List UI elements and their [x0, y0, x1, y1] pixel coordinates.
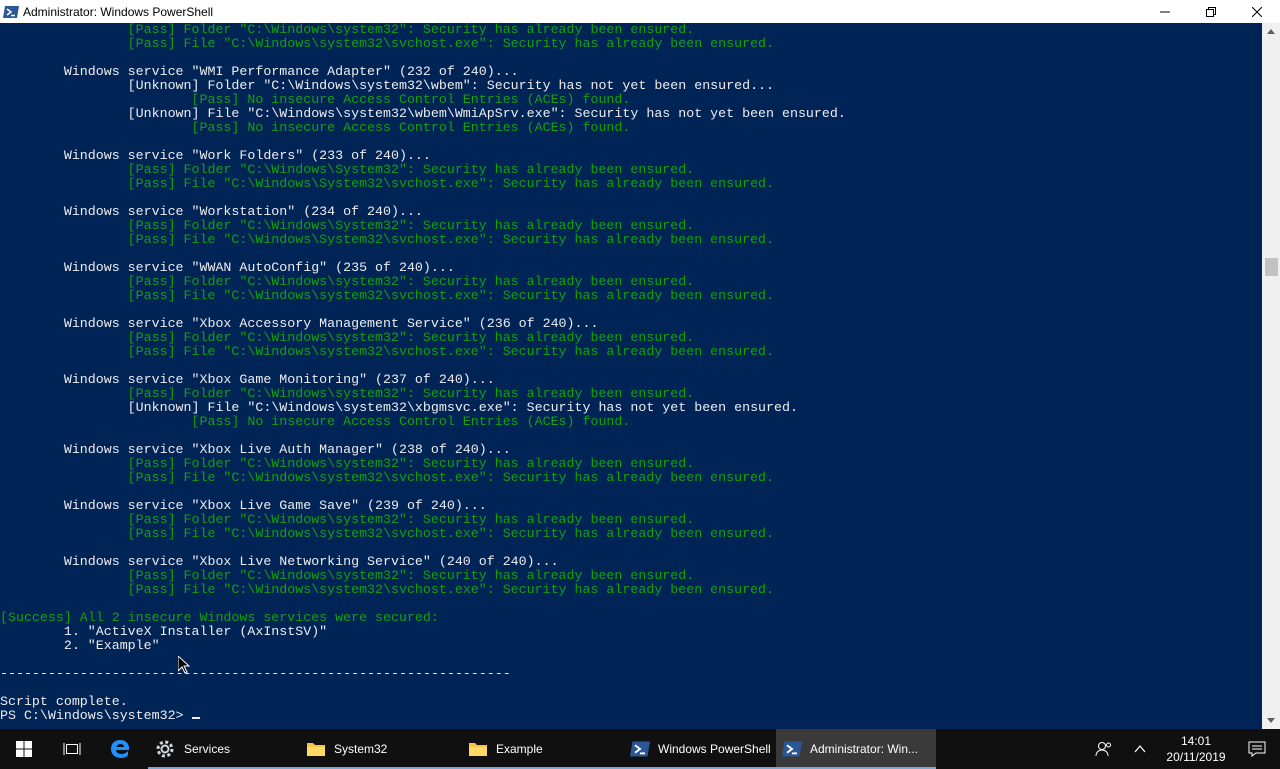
- scroll-down-button[interactable]: [1262, 712, 1280, 729]
- console-line: Windows service "Workstation" (234 of 24…: [0, 204, 423, 219]
- edge-icon: [111, 740, 129, 758]
- task-view-icon: [63, 743, 81, 755]
- show-hidden-icons-button[interactable]: [1122, 729, 1158, 769]
- console-line: [Pass] File "C:\Windows\system32\svchost…: [0, 288, 775, 303]
- console-line: [Pass] Folder "C:\Windows\system32": Sec…: [0, 386, 695, 401]
- action-center-button[interactable]: [1234, 729, 1280, 769]
- console-line: Windows service "Xbox Live Game Save" (2…: [0, 498, 487, 513]
- window-titlebar[interactable]: Administrator: Windows PowerShell: [0, 0, 1280, 23]
- console-line: [Pass] Folder "C:\Windows\System32": Sec…: [0, 162, 695, 177]
- console-line: 1. "ActiveX Installer (AxInstSV)": [0, 624, 328, 639]
- taskbar-app-windows-powershell[interactable]: Windows PowerShell: [624, 729, 776, 769]
- clock-date: 20/11/2019: [1166, 750, 1226, 764]
- text-cursor: [191, 717, 200, 719]
- taskbar-app-label: Windows PowerShell: [658, 742, 771, 756]
- taskbar-app-example[interactable]: Example: [462, 729, 624, 769]
- console-line: [Pass] File "C:\Windows\system32\svchost…: [0, 526, 775, 541]
- console-line: Windows service "WMI Performance Adapter…: [0, 64, 519, 79]
- taskbar-app-services[interactable]: Services: [148, 729, 300, 769]
- console-line: [Pass] File "C:\Windows\System32\svchost…: [0, 176, 775, 191]
- taskbar-app-label: Administrator: Win...: [810, 742, 919, 756]
- console-line: Windows service "WWAN AutoConfig" (235 o…: [0, 260, 455, 275]
- taskbar-app-system32[interactable]: System32: [300, 729, 462, 769]
- console-line: [Pass] No insecure Access Control Entrie…: [0, 414, 631, 429]
- console-line: [Pass] File "C:\Windows\system32\svchost…: [0, 582, 775, 597]
- people-button[interactable]: [1086, 729, 1122, 769]
- scrollbar-thumb[interactable]: [1265, 258, 1278, 276]
- restore-icon: [1206, 6, 1216, 17]
- window-title: Administrator: Windows PowerShell: [23, 4, 214, 19]
- console-line: [Unknown] File "C:\Windows\system32\xbgm…: [0, 400, 798, 415]
- console-line: [Pass] Folder "C:\Windows\system32": Sec…: [0, 274, 695, 289]
- console-line: [Pass] File "C:\Windows\system32\svchost…: [0, 344, 775, 359]
- console-line: [Pass] Folder "C:\Windows\system32": Sec…: [0, 330, 695, 345]
- edge-button[interactable]: [96, 729, 144, 769]
- windows-logo-icon: [16, 741, 32, 757]
- gear-icon: [154, 738, 176, 760]
- task-view-button[interactable]: [48, 729, 96, 769]
- console-line: 2. "Example": [0, 638, 160, 653]
- console-line: Windows service "Xbox Live Networking Se…: [0, 554, 559, 569]
- close-icon: [1252, 6, 1262, 17]
- console-line: Windows service "Xbox Live Auth Manager"…: [0, 442, 511, 457]
- console-line: [Pass] Folder "C:\Windows\system32": Sec…: [0, 23, 695, 37]
- console-line: [Pass] Folder "C:\Windows\system32": Sec…: [0, 512, 695, 527]
- folder-icon: [468, 740, 488, 758]
- chevron-up-icon: [1267, 29, 1275, 34]
- console-line: Script complete.: [0, 694, 128, 709]
- system-tray: 14:01 20/11/2019: [1086, 729, 1280, 769]
- notification-icon: [1248, 741, 1266, 757]
- powershell-icon: [782, 740, 802, 758]
- chevron-up-icon: [1134, 745, 1146, 753]
- close-button[interactable]: [1234, 0, 1280, 23]
- console-line: ----------------------------------------…: [0, 666, 511, 681]
- console-line: [Pass] File "C:\Windows\System32\svchost…: [0, 232, 775, 247]
- console-line: [Unknown] File "C:\Windows\system32\wbem…: [0, 106, 846, 121]
- powershell-icon: [630, 740, 650, 758]
- console-line: [Pass] Folder "C:\Windows\system32": Sec…: [0, 456, 695, 471]
- console-line: [Pass] No insecure Access Control Entrie…: [0, 120, 631, 135]
- scroll-up-button[interactable]: [1262, 23, 1280, 40]
- console-line: [Pass] File "C:\Windows\system32\svchost…: [0, 470, 775, 485]
- powershell-icon: [3, 4, 19, 20]
- minimize-icon: [1160, 11, 1170, 12]
- console-output[interactable]: [Pass] Folder "C:\Windows\system32": Sec…: [0, 23, 1262, 729]
- mouse-cursor-icon: [178, 656, 190, 674]
- prompt-line[interactable]: PS C:\Windows\system32>: [0, 709, 200, 723]
- clock[interactable]: 14:01 20/11/2019: [1158, 729, 1234, 769]
- console-line: [Pass] Folder "C:\Windows\System32": Sec…: [0, 218, 695, 233]
- console-line: Windows service "Xbox Game Monitoring" (…: [0, 372, 495, 387]
- vertical-scrollbar[interactable]: [1262, 23, 1280, 729]
- console-line: [Pass] Folder "C:\Windows\system32": Sec…: [0, 568, 695, 583]
- console-line: [Success] All 2 insecure Windows service…: [0, 610, 439, 625]
- start-button[interactable]: [0, 729, 48, 769]
- taskbar: Services System32 Example Windows PowerShel…: [0, 729, 1280, 769]
- people-icon: [1095, 742, 1111, 757]
- minimize-button[interactable]: [1142, 0, 1188, 23]
- chevron-down-icon: [1267, 718, 1275, 723]
- taskbar-app-label: Services: [184, 742, 231, 756]
- taskbar-apps: Services System32 Example Windows PowerShel…: [148, 729, 936, 769]
- console-line: [Unknown] Folder "C:\Windows\system32\wb…: [0, 78, 775, 93]
- taskbar-app-label: System32: [334, 742, 388, 756]
- console-line: Windows service "Work Folders" (233 of 2…: [0, 148, 431, 163]
- folder-icon: [306, 740, 326, 758]
- window-controls: [1142, 0, 1280, 23]
- console-line: Windows service "Xbox Accessory Manageme…: [0, 316, 599, 331]
- taskbar-app-label: Example: [496, 742, 543, 756]
- console-line: [Pass] File "C:\Windows\system32\svchost…: [0, 36, 775, 51]
- clock-time: 14:01: [1180, 734, 1212, 748]
- restore-button[interactable]: [1188, 0, 1234, 23]
- taskbar-app-administrator-win[interactable]: Administrator: Win...: [776, 729, 936, 769]
- console-line: [Pass] No insecure Access Control Entrie…: [0, 92, 631, 107]
